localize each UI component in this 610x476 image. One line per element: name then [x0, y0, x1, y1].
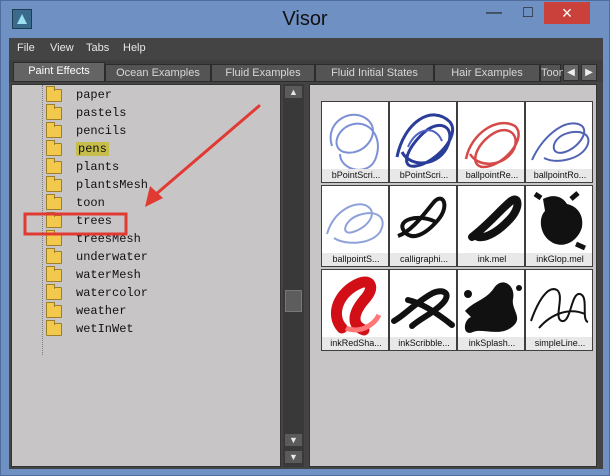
brush-tile-ballpoints[interactable]: ballpointS...: [321, 185, 389, 267]
folder-row-pens[interactable]: pens: [12, 140, 277, 159]
folder-icon: [46, 212, 62, 228]
folder-row-trees[interactable]: trees: [12, 212, 277, 231]
folder-icon: [46, 86, 62, 102]
folder-icon: [46, 140, 62, 156]
tab-toon[interactable]: Toon: [540, 64, 565, 82]
folder-icon: [46, 320, 62, 336]
tab-paint-effects[interactable]: Paint Effects: [13, 62, 105, 82]
tab-ocean-examples[interactable]: Ocean Examples: [105, 64, 211, 82]
brush-tile-simpleline[interactable]: simpleLine...: [525, 269, 593, 351]
folder-label: weather: [76, 304, 127, 318]
brush-tile-inkglop[interactable]: inkGlop.mel: [525, 185, 593, 267]
folder-label: pens: [76, 142, 109, 156]
folder-label: toon: [76, 196, 105, 210]
tab-hair-examples[interactable]: Hair Examples: [434, 64, 540, 82]
title-bar[interactable]: Visor — □ ×: [1, 1, 609, 37]
menu-help[interactable]: Help: [123, 42, 146, 54]
folder-row-wetinwet[interactable]: wetInWet: [12, 320, 277, 339]
brush-preview-panel: bPointScri... bPointScri... ballpointRe.…: [309, 84, 597, 467]
folder-label: underwater: [76, 250, 149, 264]
brush-tile-inkscribble[interactable]: inkScribble...: [389, 269, 457, 351]
tab-scroll-right-button[interactable]: ▶: [581, 64, 597, 81]
folder-icon: [46, 266, 62, 282]
folder-row-pencils[interactable]: pencils: [12, 122, 277, 141]
visor-window: Visor — □ × File View Tabs Help Paint Ef…: [0, 0, 610, 476]
folder-label: pastels: [76, 106, 127, 120]
folder-label: wetInWet: [76, 322, 134, 336]
menu-view[interactable]: View: [50, 42, 74, 54]
close-button[interactable]: ×: [544, 2, 590, 24]
folder-row-treesmesh[interactable]: treesMesh: [12, 230, 277, 249]
scroll-thumb[interactable]: [285, 290, 302, 312]
folder-icon: [46, 158, 62, 174]
brush-label: bPointScri...: [322, 169, 388, 182]
folder-row-watermesh[interactable]: waterMesh: [12, 266, 277, 285]
brush-tile-inksplash[interactable]: inkSplash...: [457, 269, 525, 351]
tab-fluid-examples[interactable]: Fluid Examples: [211, 64, 315, 82]
brush-label: inkSplash...: [458, 337, 524, 350]
folder-row-pastels[interactable]: pastels: [12, 104, 277, 123]
scroll-up-button[interactable]: ▲: [285, 86, 302, 98]
brush-label: inkGlop.mel: [526, 253, 592, 266]
minimize-button[interactable]: —: [481, 2, 507, 24]
visor-client: File View Tabs Help Paint Effects Ocean …: [9, 38, 603, 469]
brush-tile-ink-mel[interactable]: ink.mel: [457, 185, 525, 267]
brush-label: ballpointRo...: [526, 169, 592, 182]
menu-bar: File View Tabs Help: [9, 38, 603, 60]
tab-fluid-initial-states[interactable]: Fluid Initial States: [315, 64, 434, 82]
folder-label: trees: [76, 214, 113, 228]
menu-file[interactable]: File: [17, 42, 35, 54]
brush-label: ballpointS...: [322, 253, 388, 266]
brush-label: inkScribble...: [390, 337, 456, 350]
folder-row-underwater[interactable]: underwater: [12, 248, 277, 267]
brush-tile-ballpointro[interactable]: ballpointRo...: [525, 101, 593, 183]
folder-label: treesMesh: [76, 232, 141, 246]
brush-tile-ballpointre[interactable]: ballpointRe...: [457, 101, 525, 183]
paint-effects-content: paper pastels pencils pens plants plants…: [9, 82, 603, 469]
folder-icon: [46, 194, 62, 210]
brush-tile-bpointscri-2[interactable]: bPointScri...: [389, 101, 457, 183]
folder-row-plantsmesh[interactable]: plantsMesh: [12, 176, 277, 195]
brush-preview-grid: bPointScri... bPointScri... ballpointRe.…: [321, 101, 593, 353]
folder-icon: [46, 176, 62, 192]
folder-label: watercolor: [76, 286, 149, 300]
brush-label: inkRedSha...: [322, 337, 388, 350]
brush-label: ballpointRe...: [458, 169, 524, 182]
brush-tile-bpointscri-1[interactable]: bPointScri...: [321, 101, 389, 183]
brush-label: ink.mel: [458, 253, 524, 266]
folder-label: waterMesh: [76, 268, 141, 282]
folder-label: plants: [76, 160, 120, 174]
brush-label: simpleLine...: [526, 337, 592, 350]
folder-row-toon[interactable]: toon: [12, 194, 277, 213]
tab-scroll-left-button[interactable]: ◀: [563, 64, 579, 81]
scroll-down-button[interactable]: ▼: [285, 434, 302, 446]
folder-scrollbar[interactable]: ▲ ▼ ▼: [283, 84, 304, 467]
folder-row-plants[interactable]: plants: [12, 158, 277, 177]
folder-label: plantsMesh: [76, 178, 149, 192]
folder-row-paper[interactable]: paper: [12, 86, 277, 105]
folder-icon: [46, 122, 62, 138]
folder-icon: [46, 302, 62, 318]
scroll-down-button-secondary[interactable]: ▼: [285, 451, 302, 463]
folder-icon: [46, 104, 62, 120]
folder-icon: [46, 248, 62, 264]
folder-row-watercolor[interactable]: watercolor: [12, 284, 277, 303]
folder-row-weather[interactable]: weather: [12, 302, 277, 321]
folder-label: paper: [76, 88, 113, 102]
brush-label: bPointScri...: [390, 169, 456, 182]
menu-tabs[interactable]: Tabs: [86, 42, 109, 54]
brush-tile-calligraphi[interactable]: calligraphi...: [389, 185, 457, 267]
brush-label: calligraphi...: [390, 253, 456, 266]
folder-icon: [46, 230, 62, 246]
brush-tile-inkredsha[interactable]: inkRedSha...: [321, 269, 389, 351]
maximize-button[interactable]: □: [515, 2, 541, 24]
folder-list-panel: paper pastels pencils pens plants plants…: [11, 84, 281, 467]
visor-tabs: Paint Effects Ocean Examples Fluid Examp…: [9, 60, 603, 82]
folder-icon: [46, 284, 62, 300]
folder-label: pencils: [76, 124, 127, 138]
